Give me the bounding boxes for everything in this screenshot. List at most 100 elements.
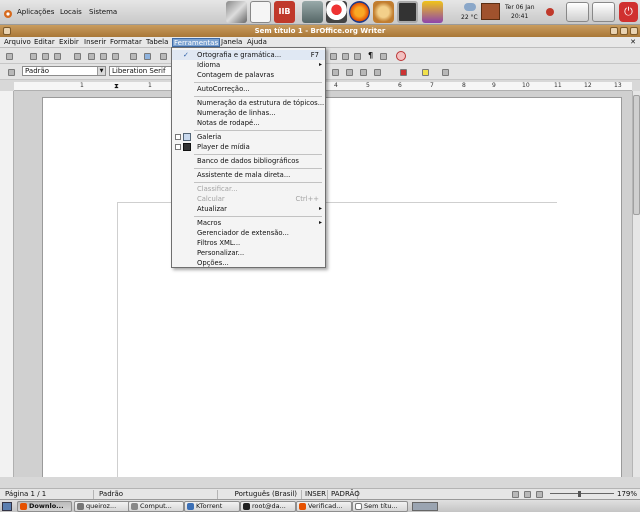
clock-time[interactable]: 20:41 [511,13,528,20]
navigator-icon[interactable] [330,53,337,60]
align-right-icon[interactable] [360,69,367,76]
status-language[interactable]: Português (Brasil) [218,490,302,499]
power-icon[interactable]: ⏻ [619,2,638,22]
taskbar-item[interactable]: root@da... [240,501,296,512]
menuitem-media-player[interactable]: Player de mídia [172,142,325,152]
highlight-icon[interactable] [422,69,429,76]
menuitem-xml-filters[interactable]: Filtros XML... [172,238,325,248]
taskbar-item[interactable]: queiroz... [74,501,131,512]
window-menu-icon[interactable] [3,27,11,35]
indent-marker-icon[interactable]: ⧗ [114,82,119,91]
cut-icon[interactable] [160,53,167,60]
status-selection-mode[interactable]: PADRÃO [328,490,360,499]
taskbar-item[interactable]: Comput... [128,501,184,512]
menuitem-word-count[interactable]: Contagem de palavras [172,70,325,80]
menuitem-line-numbering[interactable]: Numeração de linhas... [172,108,325,118]
book-view-icon[interactable] [536,491,543,498]
status-insert-mode[interactable]: INSER [302,490,328,499]
pidgin-launcher-icon[interactable] [326,1,347,23]
menuitem-macros[interactable]: Macros ▸ [172,218,325,228]
menu-janela[interactable]: Janela [220,38,243,47]
menu-editar[interactable]: Editar [33,38,56,47]
email-icon[interactable] [54,53,61,60]
align-left-icon[interactable] [332,69,339,76]
gallery-icon[interactable] [342,53,349,60]
menuitem-autocorrect[interactable]: AutoCorreção... [172,84,325,94]
menu-arquivo[interactable]: Arquivo [3,38,32,47]
menu-exibir[interactable]: Exibir [58,38,80,47]
volume-icon[interactable] [546,8,554,16]
workspace-icon[interactable] [592,2,615,22]
minimize-icon[interactable] [610,27,618,35]
chevron-down-icon[interactable]: ▼ [97,67,105,75]
image-launcher-icon[interactable] [422,1,443,23]
taskbar-item[interactable]: Downlo... [17,501,72,512]
document-page[interactable] [42,97,622,477]
status-zoom[interactable]: 179% [617,490,637,498]
menuitem-customize[interactable]: Personalizar... [172,248,325,258]
menuitem-options[interactable]: Opções... [172,258,325,268]
menuitem-extension-manager[interactable]: Gerenciador de extensão... [172,228,325,238]
network-icon[interactable] [481,3,500,20]
styles-icon[interactable] [8,69,15,76]
spellcheck-icon[interactable] [130,53,137,60]
datasources-icon[interactable] [354,53,361,60]
menuitem-outline-numbering[interactable]: Numeração da estrutura de tópicos... [172,98,325,108]
autospellcheck-icon[interactable] [144,53,151,60]
menu-ajuda[interactable]: Ajuda [246,38,268,47]
print-preview-icon[interactable] [112,53,119,60]
taskbar-item[interactable]: Sem títu... [352,501,408,512]
menu-system[interactable]: Sistema [89,8,117,16]
formatting-marks-icon[interactable]: ¶ [368,51,373,60]
paragraph-style-combo[interactable]: Padrão ▼ [22,66,106,76]
window-titlebar[interactable]: Sem título 1 - BrOffice.org Writer [0,25,640,37]
menuitem-update[interactable]: Atualizar ▸ [172,204,325,214]
zoom-slider[interactable] [550,493,614,494]
menu-places[interactable]: Locais [60,8,82,16]
document-launcher-icon[interactable] [250,1,271,23]
menuitem-mail-merge[interactable]: Assistente de mala direta... [172,170,325,180]
show-desktop-taskbar-icon[interactable] [2,502,12,511]
menu-formatar[interactable]: Formatar [109,38,143,47]
export-pdf-icon[interactable] [88,53,95,60]
hyperlink-icon[interactable] [380,53,387,60]
save-icon[interactable] [42,53,49,60]
terminal-launcher-icon[interactable] [397,1,418,23]
close-icon[interactable] [630,27,638,35]
new-icon[interactable] [6,53,13,60]
vertical-ruler[interactable] [0,91,14,477]
align-center-icon[interactable] [346,69,353,76]
zoom-slider-handle[interactable] [578,491,581,497]
menu-tabela[interactable]: Tabela [145,38,169,47]
open-icon[interactable] [30,53,37,60]
menuitem-bibliography[interactable]: Banco de dados bibliográficos [172,156,325,166]
single-page-view-icon[interactable] [512,491,519,498]
status-page[interactable]: Página 1 / 1 [2,490,94,499]
menu-inserir[interactable]: Inserir [83,38,107,47]
justify-icon[interactable] [374,69,381,76]
print-icon[interactable] [100,53,107,60]
menu-applications[interactable]: Aplicações [17,8,54,16]
font-name-combo[interactable]: Liberation Serif [109,66,173,76]
status-style[interactable]: Padrão [96,490,218,499]
font-color-icon[interactable] [400,69,407,76]
multi-page-view-icon[interactable] [524,491,531,498]
show-desktop-icon[interactable] [566,2,589,22]
vertical-scrollbar[interactable] [632,91,640,477]
zoom-icon[interactable] [396,51,406,61]
close-document-icon[interactable]: ✕ [630,38,636,46]
scrollbar-thumb[interactable] [633,95,640,215]
pdf-launcher-icon[interactable]: IIB [274,1,295,23]
edit-file-icon[interactable] [74,53,81,60]
menuitem-gallery[interactable]: Galeria [172,132,325,142]
maximize-icon[interactable] [620,27,628,35]
menuitem-footnotes[interactable]: Notas de rodapé... [172,118,325,128]
background-color-icon[interactable] [442,69,449,76]
taskbar-item[interactable]: KTorrent [184,501,240,512]
clock-date[interactable]: Ter 06 Jan [505,4,535,11]
workspace-switcher[interactable] [412,502,438,511]
menuitem-language[interactable]: Idioma ▸ [172,60,325,70]
menu-ferramentas[interactable]: Ferramentas [172,38,221,47]
taskbar-item[interactable]: Verificad... [296,501,352,512]
firefox-launcher-icon[interactable] [349,1,370,23]
